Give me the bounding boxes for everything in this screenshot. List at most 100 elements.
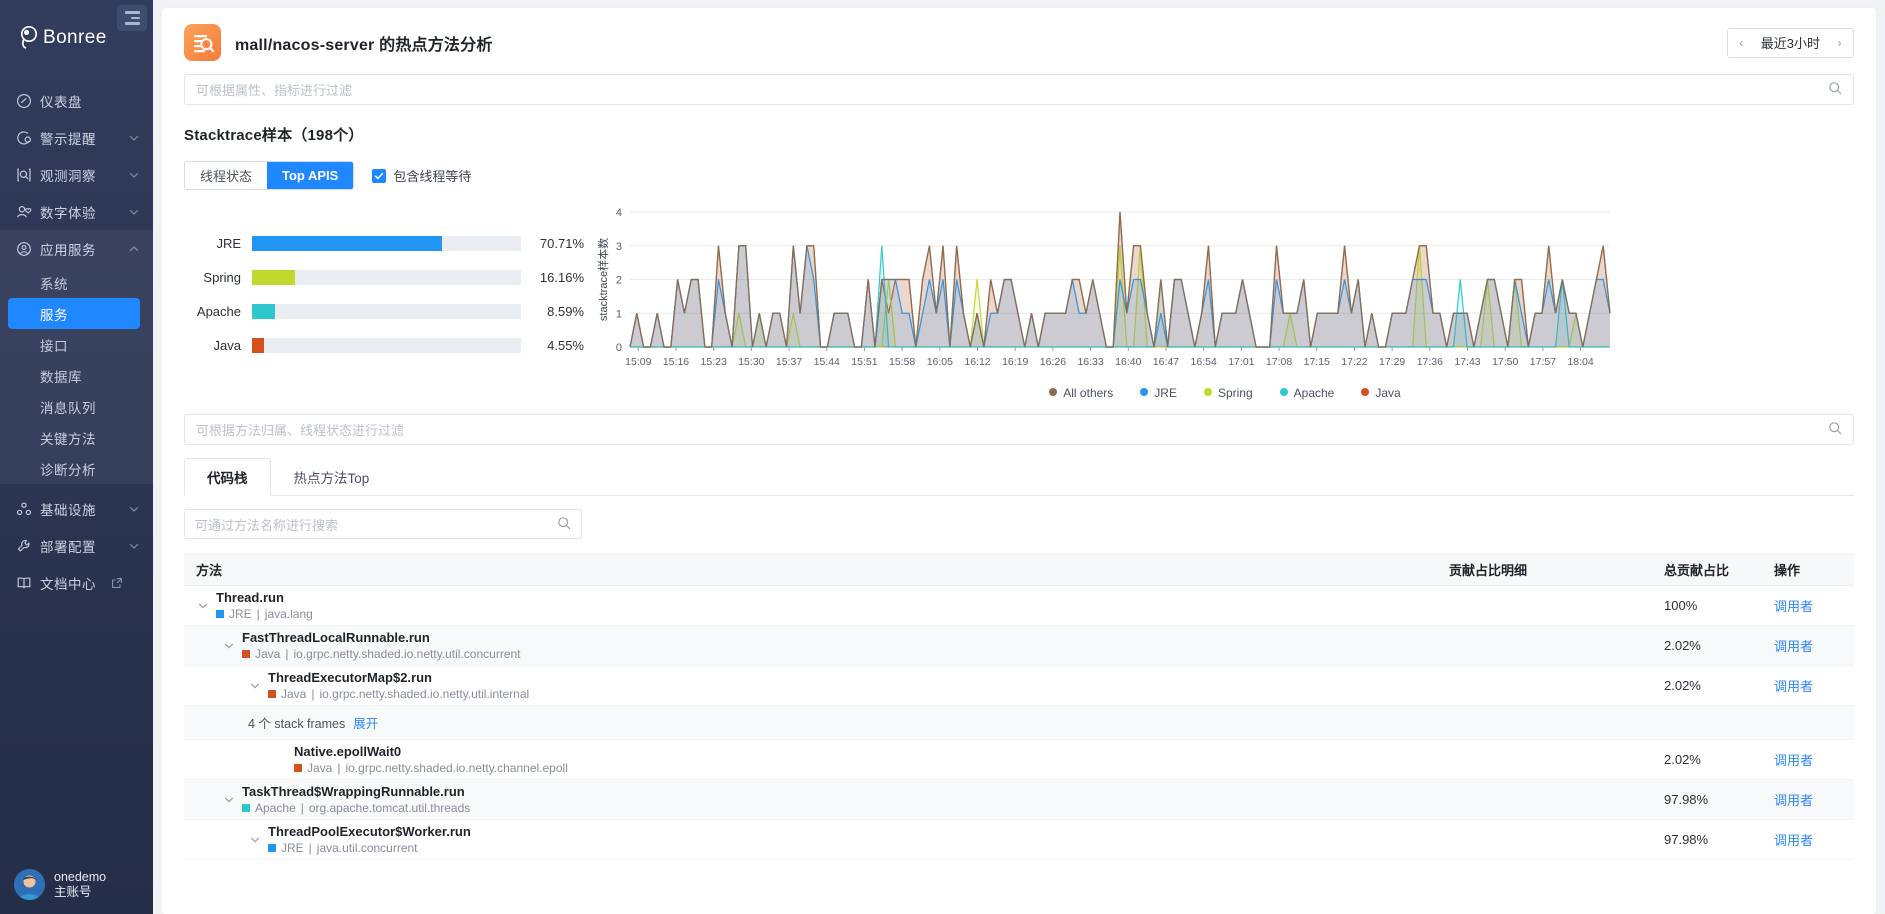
bar-row: Apache 8.59% — [184, 294, 584, 328]
sidebar-item-dashboard[interactable]: 仪表盘 — [0, 82, 153, 119]
owner-color-swatch — [294, 764, 302, 772]
table-row[interactable]: FastThreadLocalRunnable.runJava|io.grpc.… — [184, 626, 1854, 666]
bar-fill — [252, 338, 264, 353]
legend-item-all-others[interactable]: All others — [1049, 386, 1113, 400]
chevron-down-icon[interactable] — [248, 833, 262, 847]
table-row[interactable]: ThreadExecutorMap$2.runJava|io.grpc.nett… — [184, 666, 1854, 706]
total-contribution-value: 2.02% — [1664, 678, 1774, 693]
table-row[interactable]: TaskThread$WrappingRunnable.runApache|or… — [184, 780, 1854, 820]
legend-item-spring[interactable]: Spring — [1204, 386, 1253, 400]
svg-text:17:36: 17:36 — [1417, 356, 1443, 368]
method-text: ThreadPoolExecutor$Worker.runJRE|java.ut… — [268, 824, 471, 856]
chevron-down-icon — [128, 132, 140, 144]
sidebar-item-deployment-config[interactable]: 部署配置 — [0, 527, 153, 564]
stacktrace-controls: 线程状态 Top APIS 包含线程等待 — [184, 161, 1876, 190]
separator: | — [285, 646, 288, 662]
bar-value: 16.16% — [521, 270, 584, 285]
sidebar-item-system[interactable]: 系统 — [0, 267, 153, 298]
tab-hotspot-top[interactable]: 热点方法Top — [271, 458, 393, 496]
method-filter-input[interactable]: 可根据方法归属、线程状态进行过滤 — [184, 414, 1854, 445]
bar-fill — [252, 270, 295, 285]
chevron-left-icon[interactable]: ‹ — [1728, 36, 1755, 50]
sidebar-item-docs[interactable]: 文档中心 — [0, 564, 153, 601]
svg-text:16:26: 16:26 — [1040, 356, 1066, 368]
table-row[interactable]: Native.epollWait0Java|io.grpc.netty.shad… — [184, 740, 1854, 780]
include-thread-wait-checkbox[interactable]: 包含线程等待 — [372, 166, 471, 185]
visualization-area: JRE 70.71% Spring 16.16% Apache 8.59% — [162, 204, 1876, 400]
sidebar-group-app-service: 应用服务 系统 服务 接口 数据库 消息队列 关键方法 诊断分析 — [0, 230, 153, 484]
search-icon[interactable] — [1828, 81, 1842, 98]
caller-link[interactable]: 调用者 — [1774, 599, 1813, 614]
bar-track — [252, 338, 521, 353]
bar-value: 4.55% — [521, 338, 584, 353]
owner-color-swatch — [268, 844, 276, 852]
svg-text:0: 0 — [616, 342, 622, 354]
svg-text:17:43: 17:43 — [1454, 356, 1480, 368]
caller-link[interactable]: 调用者 — [1774, 639, 1813, 654]
search-icon[interactable] — [1828, 421, 1842, 438]
segment-thread-state[interactable]: 线程状态 — [185, 162, 267, 189]
sidebar-subitem-label: 服务 — [40, 304, 68, 324]
segment-top-apis[interactable]: Top APIS — [267, 162, 353, 189]
bar-track — [252, 236, 521, 251]
caller-link[interactable]: 调用者 — [1774, 833, 1813, 848]
attribute-filter-input[interactable]: 可根据属性、指标进行过滤 — [184, 74, 1854, 105]
chevron-down-icon — [128, 503, 140, 515]
sidebar-item-app-service[interactable]: 应用服务 — [0, 230, 153, 267]
chevron-right-icon[interactable]: › — [1826, 36, 1853, 50]
method-name: TaskThread$WrappingRunnable.run — [242, 784, 470, 800]
sidebar-item-label: 文档中心 — [40, 573, 96, 593]
table-row[interactable]: Thread.runJRE|java.lang 100%调用者 — [184, 586, 1854, 626]
method-text: ThreadExecutorMap$2.runJava|io.grpc.nett… — [268, 670, 529, 702]
legend-item-jre[interactable]: JRE — [1140, 386, 1177, 400]
caller-link[interactable]: 调用者 — [1774, 753, 1813, 768]
owner-color-swatch — [216, 610, 224, 618]
time-range-picker[interactable]: ‹ 最近3小时 › — [1727, 28, 1854, 58]
bar-track — [252, 270, 521, 285]
stacktrace-section-title: Stacktrace样本（198个） — [184, 124, 1876, 145]
sidebar-item-message-queue[interactable]: 消息队列 — [0, 391, 153, 422]
method-table: 方法 贡献占比明细 总贡献占比 操作 Thread.runJRE|java.la… — [184, 553, 1854, 860]
caller-link[interactable]: 调用者 — [1774, 793, 1813, 808]
sidebar-subitem-label: 诊断分析 — [40, 459, 96, 479]
sidebar-item-digital-experience[interactable]: 数字体验 — [0, 193, 153, 230]
owner-label: Java — [255, 646, 280, 662]
sidebar-user-box[interactable]: onedemo 主账号 — [0, 869, 153, 914]
sidebar-item-diagnostics[interactable]: 诊断分析 — [0, 453, 153, 484]
method-search-input[interactable]: 可通过方法名称进行搜索 — [184, 509, 582, 539]
chevron-down-icon[interactable] — [222, 639, 236, 653]
chevron-down-icon[interactable] — [196, 599, 210, 613]
sidebar-item-observability[interactable]: 观测洞察 — [0, 156, 153, 193]
avatar — [14, 869, 45, 900]
method-text: Thread.runJRE|java.lang — [216, 590, 313, 622]
svg-text:17:15: 17:15 — [1304, 356, 1330, 368]
column-header-contribution-detail: 贡献占比明细 — [1449, 560, 1664, 579]
collapse-sidebar-icon[interactable] — [117, 5, 147, 31]
sidebar-nav: 仪表盘 警示提醒 观测洞察 — [0, 82, 153, 601]
sidebar-item-database[interactable]: 数据库 — [0, 360, 153, 391]
user-meta: onedemo 主账号 — [54, 870, 106, 900]
sidebar-item-interface[interactable]: 接口 — [0, 329, 153, 360]
bar-fill — [252, 236, 442, 251]
chevron-down-icon[interactable] — [248, 679, 262, 693]
method-name: ThreadPoolExecutor$Worker.run — [268, 824, 471, 840]
method-owner-package: JRE|java.util.concurrent — [268, 840, 471, 856]
tab-code-stack[interactable]: 代码栈 — [184, 458, 271, 496]
package-label: io.grpc.netty.shaded.io.netty.util.inter… — [319, 686, 529, 702]
legend-item-java[interactable]: Java — [1361, 386, 1400, 400]
total-contribution-value: 100% — [1664, 598, 1774, 613]
sidebar-item-service[interactable]: 服务 — [8, 298, 140, 329]
table-row[interactable]: ThreadPoolExecutor$Worker.runJRE|java.ut… — [184, 820, 1854, 860]
sidebar-item-alerts[interactable]: 警示提醒 — [0, 119, 153, 156]
chevron-down-icon[interactable] — [222, 793, 236, 807]
checkbox-label: 包含线程等待 — [393, 166, 471, 185]
caller-link[interactable]: 调用者 — [1774, 679, 1813, 694]
svg-text:17:50: 17:50 — [1492, 356, 1518, 368]
search-icon[interactable] — [557, 516, 571, 533]
sidebar-item-key-methods[interactable]: 关键方法 — [0, 422, 153, 453]
legend-item-apache[interactable]: Apache — [1280, 386, 1335, 400]
sidebar-item-infrastructure[interactable]: 基础设施 — [0, 490, 153, 527]
bar-value: 8.59% — [521, 304, 584, 319]
attribute-filter-placeholder: 可根据属性、指标进行过滤 — [196, 80, 1828, 99]
expand-frames-link[interactable]: 展开 — [353, 717, 378, 731]
